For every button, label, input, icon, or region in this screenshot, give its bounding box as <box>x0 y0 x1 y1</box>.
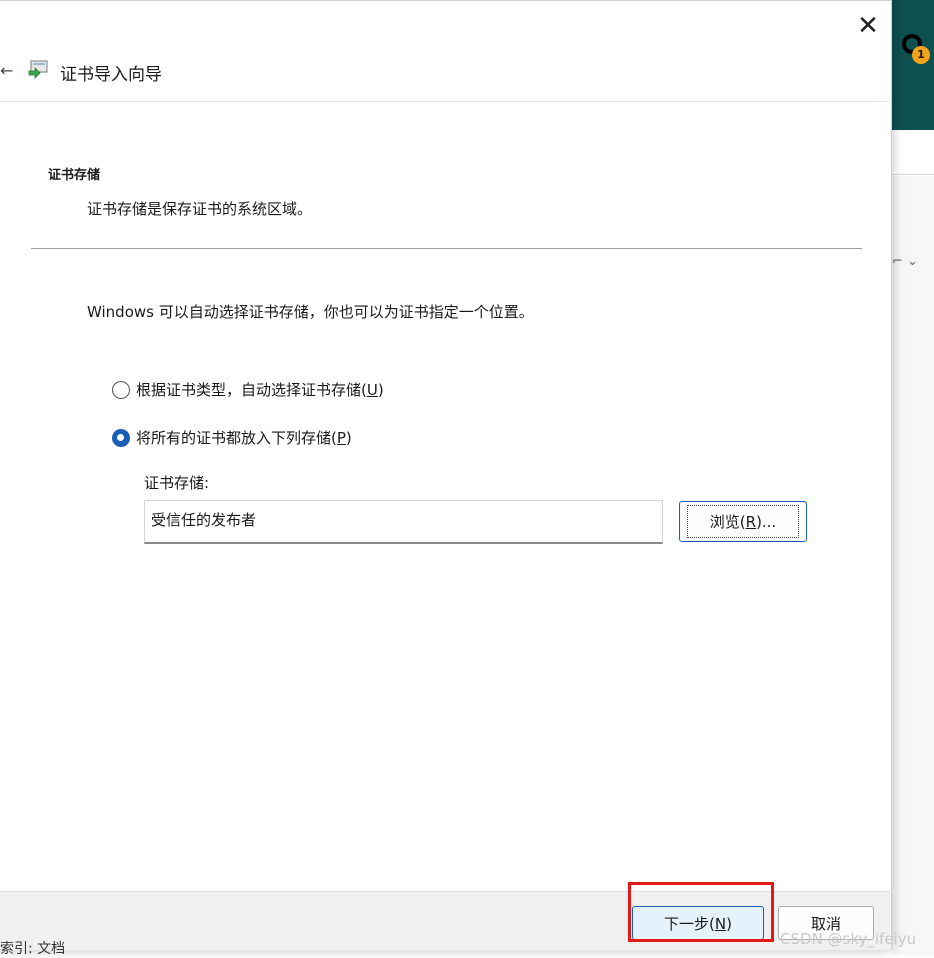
radio-label-place-all: 将所有的证书都放入下列存储(P) <box>136 427 352 448</box>
radio-place-all-in-store[interactable]: 将所有的证书都放入下列存储(P) <box>112 427 352 448</box>
next-button[interactable]: 下一步(N) <box>632 906 764 940</box>
next-button-label: 下一步(N) <box>664 913 732 934</box>
background-content <box>892 176 934 955</box>
back-arrow-icon[interactable]: ← <box>0 61 13 80</box>
crop-icon: ⌐ <box>892 254 903 269</box>
watermark: CSDN @sky_ifeiyu <box>780 930 916 948</box>
radio-auto-select-store[interactable]: 根据证书类型，自动选择证书存储(U) <box>112 379 384 400</box>
notification-bell[interactable]: 1 <box>900 30 934 70</box>
certificate-import-wizard-dialog: ← 证书导入向导 ✕ 证书存储 证书存储是保存证书的系统区域。 Windows … <box>0 0 892 950</box>
section-title: 证书存储 <box>48 164 100 183</box>
header-divider <box>31 248 862 249</box>
chevron-down-icon: ⌄ <box>907 254 918 269</box>
radio-button-auto[interactable] <box>112 381 130 399</box>
background-bottom-text: 索引: 文档 <box>0 938 65 958</box>
certificate-wizard-icon <box>26 57 50 81</box>
radio-button-place-all[interactable] <box>112 429 130 447</box>
background-tool-icons[interactable]: ⌐ ⌄ <box>892 254 918 269</box>
browse-button[interactable]: 浏览(R)... <box>679 501 807 542</box>
section-description: 证书存储是保存证书的系统区域。 <box>87 198 312 219</box>
close-button[interactable]: ✕ <box>848 9 888 43</box>
dialog-title: 证书导入向导 <box>60 60 162 85</box>
notification-badge: 1 <box>912 46 930 64</box>
browse-button-label: 浏览(R)... <box>687 505 799 538</box>
intro-text: Windows 可以自动选择证书存储，你也可以为证书指定一个位置。 <box>87 301 534 322</box>
title-bar: ← 证书导入向导 ✕ <box>0 1 890 102</box>
radio-label-auto: 根据证书类型，自动选择证书存储(U) <box>136 379 384 400</box>
certificate-store-label: 证书存储: <box>144 472 209 493</box>
background-toolbar <box>892 130 934 175</box>
certificate-store-field[interactable]: 受信任的发布者 <box>144 500 663 544</box>
